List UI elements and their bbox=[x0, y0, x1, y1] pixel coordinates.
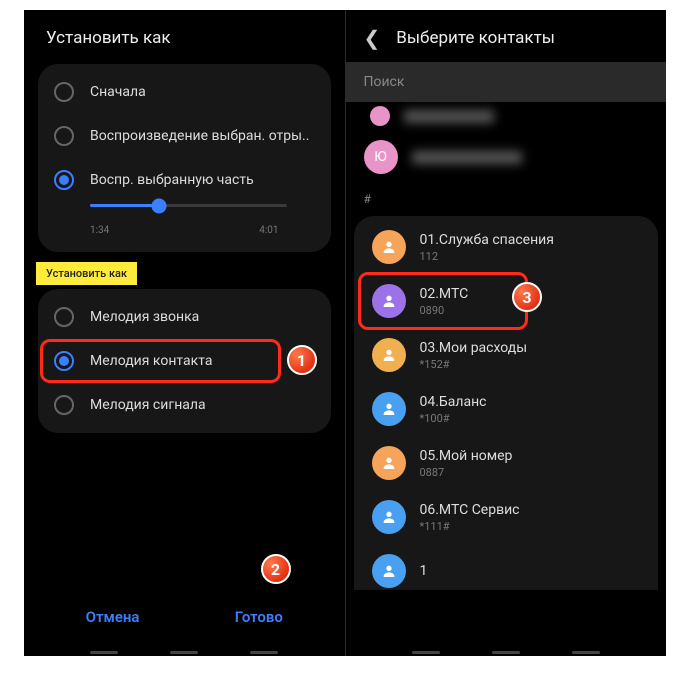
contact-item[interactable]: 05.Мой номер 0887 bbox=[354, 436, 659, 490]
recent-contact[interactable]: Ю bbox=[346, 130, 667, 184]
radio-icon bbox=[54, 395, 74, 415]
page-title: Выберите контакты bbox=[396, 28, 555, 48]
set-as-ringtone[interactable]: Мелодия звонка bbox=[38, 295, 331, 339]
play-option-start[interactable]: Сначала bbox=[38, 70, 331, 114]
set-as-card: Мелодия звонка Мелодия контакта 1 Мелоди… bbox=[38, 289, 331, 433]
avatar bbox=[372, 554, 406, 588]
avatar bbox=[372, 284, 406, 318]
avatar bbox=[372, 446, 406, 480]
avatar bbox=[370, 106, 390, 126]
footer-buttons: Отмена Готово bbox=[24, 596, 345, 638]
radio-icon bbox=[54, 170, 74, 190]
contact-item-mts[interactable]: 02.МТС 0890 3 bbox=[354, 274, 659, 328]
radio-icon bbox=[54, 82, 74, 102]
nav-hints bbox=[346, 651, 667, 654]
playback-options-card: Сначала Воспроизведение выбран. отры.. В… bbox=[38, 64, 331, 252]
time-labels: 1:34 4:01 bbox=[38, 215, 331, 246]
select-contacts-pane: ❮ Выберите контакты Поиск Ю # 01.Служба … bbox=[346, 10, 667, 656]
avatar bbox=[372, 500, 406, 534]
radio-icon bbox=[54, 351, 74, 371]
contact-item[interactable]: 01.Служба спасения 112 bbox=[354, 220, 659, 274]
search-input[interactable]: Поиск bbox=[346, 62, 667, 102]
radio-icon bbox=[54, 307, 74, 327]
contact-item[interactable]: 1 bbox=[354, 544, 659, 590]
done-button[interactable]: Готово bbox=[211, 596, 307, 638]
play-option-selected-fragment[interactable]: Воспроизведение выбран. отры.. bbox=[38, 114, 331, 158]
radio-icon bbox=[54, 126, 74, 146]
slider-thumb[interactable] bbox=[151, 198, 166, 213]
header: ❮ Выберите контакты bbox=[346, 10, 667, 62]
step-badge-1: 1 bbox=[287, 345, 317, 375]
contact-item[interactable]: 04.Баланс *100# bbox=[354, 382, 659, 436]
set-as-tag: Установить как bbox=[36, 262, 137, 285]
set-as-alarm[interactable]: Мелодия сигнала bbox=[38, 383, 331, 427]
step-badge-2: 2 bbox=[261, 554, 291, 584]
avatar bbox=[372, 338, 406, 372]
avatar: Ю bbox=[364, 140, 398, 174]
avatar bbox=[372, 392, 406, 426]
contact-name-blurred bbox=[412, 151, 522, 164]
range-slider[interactable] bbox=[38, 202, 331, 215]
contact-item[interactable]: 03.Мои расходы *152# bbox=[354, 328, 659, 382]
contact-item[interactable]: 06.МТС Сервис *111# bbox=[354, 490, 659, 544]
set-as-contact-melody[interactable]: Мелодия контакта 1 bbox=[38, 339, 331, 383]
back-icon[interactable]: ❮ bbox=[364, 26, 381, 50]
set-as-pane: Установить как Сначала Воспроизведение в… bbox=[24, 10, 346, 656]
step-badge-3: 3 bbox=[512, 282, 542, 312]
play-option-selected-part[interactable]: Воспр. выбранную часть bbox=[38, 158, 331, 202]
contacts-list: 01.Служба спасения 112 02.МТС 0890 3 03.… bbox=[354, 216, 659, 590]
section-header: # bbox=[346, 184, 667, 210]
avatar bbox=[372, 230, 406, 264]
recent-contact[interactable] bbox=[346, 102, 667, 130]
cancel-button[interactable]: Отмена bbox=[62, 596, 164, 638]
nav-hints bbox=[24, 651, 345, 654]
contact-name-blurred bbox=[404, 110, 494, 123]
page-title: Установить как bbox=[24, 10, 345, 64]
